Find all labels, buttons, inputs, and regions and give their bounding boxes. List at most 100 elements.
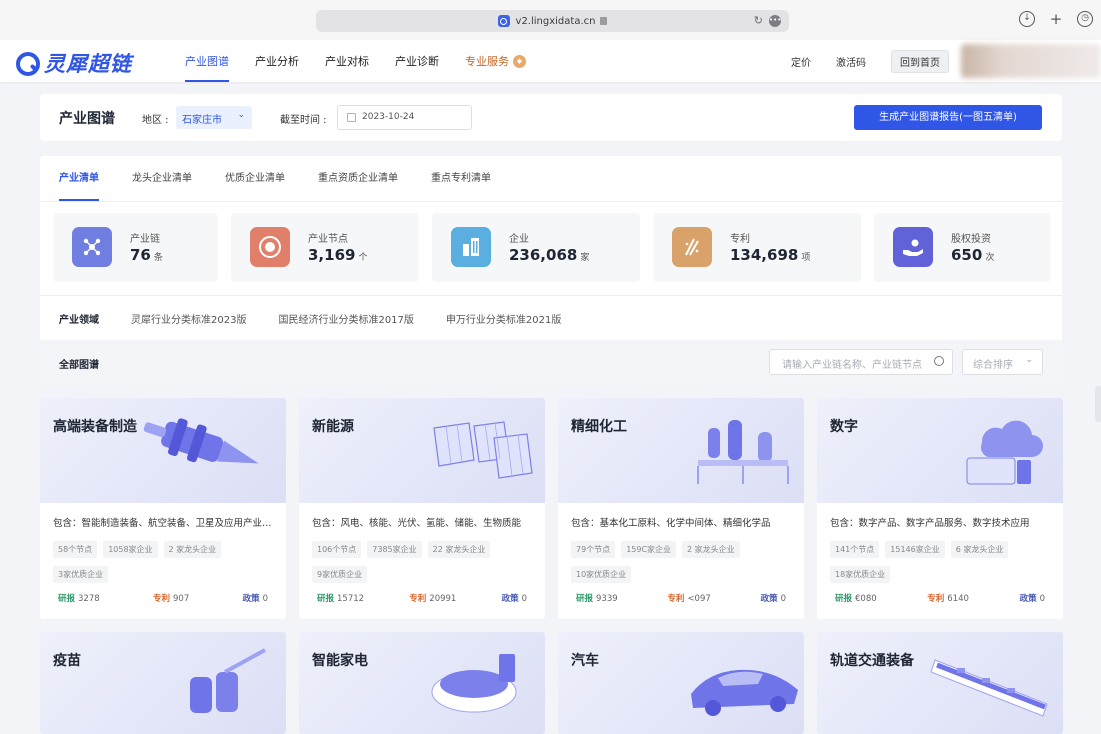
stat-label: 产业节点 (308, 234, 348, 245)
tag: 106个节点 (312, 541, 362, 558)
search-icon[interactable] (934, 356, 944, 366)
tag: 58个节点 (53, 541, 98, 558)
nav-industry-diagnosis[interactable]: 产业诊断 (382, 40, 452, 82)
stats-row: 产业链 76 条 产业节点 3,169 个 企业 236,068 家 专利 134,6… (53, 213, 1051, 282)
nav-industry-analysis[interactable]: 产业分析 (242, 40, 312, 82)
page-title: 产业图谱 (59, 111, 115, 127)
vaccine-icon (190, 648, 266, 713)
reload-icon[interactable]: ↻ (754, 14, 763, 27)
card-tags: 58个节点 1058家企业 2 家龙头企业 3家优质企业 (53, 541, 279, 591)
nav-industry-map[interactable]: 产业图谱 (172, 40, 242, 82)
metric-research: 研报 €080 (835, 594, 877, 604)
card-title: 数字 (830, 419, 858, 435)
all-maps-title: 全部图谱 (59, 360, 99, 371)
target-icon (250, 227, 290, 267)
tab-patent-list[interactable]: 重点专利清单 (431, 156, 491, 201)
region-value: 石家庄市 (182, 115, 222, 126)
tab-quality-list[interactable]: 优质企业清单 (225, 156, 285, 201)
tab-lingxi-standard[interactable]: 灵犀行业分类标准2023版 (131, 311, 246, 326)
card-tags: 141个节点 15146家企业 6 家龙头企业 18家优质企业 (830, 541, 1056, 591)
card-metrics: 研报 3278 专利 907 政策 0 (58, 592, 268, 604)
metric-policy: 政策 0 (760, 594, 786, 604)
industry-card[interactable]: 高端装备制造 包含：智能制造装备、航空装备、卫星及应用产业、轨道交通装备、海洋工… (40, 398, 286, 619)
activation-code-link[interactable]: 激活码 (836, 54, 866, 69)
pricing-link[interactable]: 定价 (791, 54, 811, 69)
industry-card[interactable]: 疫苗 (40, 632, 286, 734)
logo[interactable]: 灵犀超链 (14, 48, 132, 78)
side-drawer-handle[interactable] (1095, 386, 1101, 422)
site-favicon-icon (497, 15, 510, 27)
tag: 6 家龙头企业 (950, 541, 1009, 558)
all-maps-bar: 全部图谱 请输入产业链名称、产业链节点 综合排序 ⌄ (40, 340, 1062, 385)
search-input[interactable]: 请输入产业链名称、产业链节点 (769, 349, 953, 375)
nav-pro-service[interactable]: 专业服务 ◆ (452, 40, 539, 82)
card-illustration (299, 398, 545, 503)
lock-icon (600, 17, 608, 25)
drill-machine-icon (143, 418, 259, 464)
tag: 3家优质企业 (53, 566, 109, 583)
address-bar[interactable]: v2.lingxidata.cn ↻ ••• (316, 10, 789, 32)
calendar-icon (347, 113, 356, 122)
new-tab-icon[interactable]: + (1048, 11, 1064, 27)
tab-leader-list[interactable]: 龙头企业清单 (132, 156, 192, 201)
generate-report-button[interactable]: 生成产业图谱报告(一图五清单) (854, 105, 1042, 130)
stat-value: 650 次 (951, 246, 995, 264)
stat-label: 企业 (509, 234, 529, 245)
tag: 18家优质企业 (830, 566, 891, 583)
tab-shenwan-standard[interactable]: 申万行业分类标准2021版 (446, 311, 561, 326)
card-title: 高端装备制造 (53, 419, 137, 435)
classification-tabs: 产业领域 灵犀行业分类标准2023版 国民经济行业分类标准2017版 申万行业分… (59, 311, 593, 326)
industry-card[interactable]: 数字 包含：数字产品、数字产品服务、数字技术应用 141个节点 15146家企业… (817, 398, 1063, 619)
main-nav: 产业图谱 产业分析 产业对标 产业诊断 专业服务 ◆ (172, 40, 539, 82)
tab-qualification-list[interactable]: 重点资质企业清单 (318, 156, 398, 201)
home-button[interactable]: 回到首页 (891, 49, 949, 73)
metric-patent: 专利 907 (152, 594, 190, 604)
solar-panel-icon (433, 421, 533, 479)
region-select[interactable]: 石家庄市 ⌄ (176, 106, 252, 129)
history-icon[interactable]: ◷ (1077, 11, 1093, 27)
card-title: 新能源 (312, 419, 354, 435)
url-text: v2.lingxidata.cn (515, 15, 596, 27)
card-illustration (558, 398, 804, 503)
tab-industry-domain[interactable]: 产业领域 (59, 311, 99, 326)
nav-industry-benchmark[interactable]: 产业对标 (312, 40, 382, 82)
sort-select[interactable]: 综合排序 ⌄ (962, 349, 1043, 375)
metric-policy: 政策 0 (242, 594, 268, 604)
metric-policy: 政策 0 (501, 594, 527, 604)
header-right: 定价 激活码 回到首页 (791, 40, 1101, 82)
network-icon (72, 227, 112, 267)
diamond-icon: ◆ (513, 54, 526, 68)
stat-card-investment: 股权投资 650 次 (874, 213, 1051, 282)
date-input[interactable]: 2023-10-24 (337, 105, 472, 130)
patent-icon (672, 227, 712, 267)
divider (40, 295, 1062, 296)
industry-card[interactable]: 汽车 (558, 632, 804, 734)
card-illustration (817, 398, 1063, 503)
tag: 9家优质企业 (312, 566, 368, 583)
more-icon[interactable]: ••• (769, 15, 781, 27)
download-icon[interactable]: ↓ (1019, 11, 1035, 27)
logo-text: 灵犀超链 (44, 52, 132, 76)
chevron-down-icon: ⌄ (237, 110, 245, 120)
industry-card[interactable]: 智能家电 (299, 632, 545, 734)
industry-card[interactable]: 精细化工 包含：基本化工原料、化学中间体、精细化学品 79个节点 159C家企业… (558, 398, 804, 619)
divider (40, 201, 1062, 202)
card-description: 包含：风电、核能、光伏、氢能、储能、生物质能 (312, 518, 522, 529)
robot-vacuum-icon (431, 654, 517, 713)
nav-pro-service-label: 专业服务 (465, 55, 509, 68)
card-title: 轨道交通装备 (830, 653, 914, 669)
tab-national-standard[interactable]: 国民经济行业分类标准2017版 (278, 311, 413, 326)
tab-industry-list[interactable]: 产业清单 (59, 156, 99, 201)
cloud-computing-icon (966, 420, 1043, 485)
card-illustration (817, 632, 1063, 734)
user-avatar[interactable] (961, 44, 1101, 78)
industry-card[interactable]: 轨道交通装备 (817, 632, 1063, 734)
stat-card-patents: 专利 134,698 项 (653, 213, 861, 282)
logo-icon (14, 50, 40, 76)
card-description: 包含：数字产品、数字产品服务、数字技术应用 (830, 518, 1030, 529)
card-metrics: 研报 9339 专利 <097 政策 0 (576, 592, 786, 604)
industry-card[interactable]: 新能源 包含：风电、核能、光伏、氢能、储能、生物质能 106个节点 7385家企… (299, 398, 545, 619)
card-title: 智能家电 (312, 653, 368, 669)
card-illustration (299, 632, 545, 734)
chemical-plant-icon (697, 420, 789, 484)
